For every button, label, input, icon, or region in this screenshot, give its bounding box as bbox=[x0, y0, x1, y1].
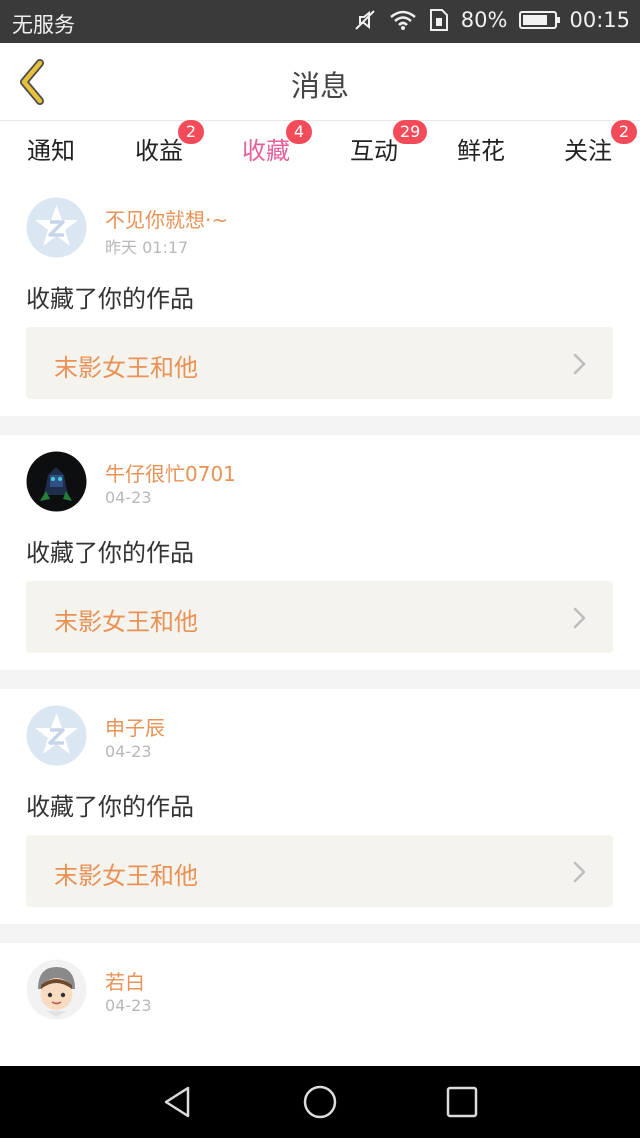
chevron-right-icon bbox=[573, 861, 586, 883]
home-circle-icon[interactable] bbox=[302, 1084, 338, 1120]
tab-label: 收益 bbox=[135, 137, 183, 165]
tab-label: 收藏 bbox=[242, 137, 290, 165]
tab-label: 互动 bbox=[350, 137, 398, 165]
tab-bar: 通知 收益 2 收藏 4 互动 29 鲜花 关注 2 bbox=[0, 120, 640, 184]
avatar[interactable] bbox=[26, 451, 87, 512]
work-title: 末影女王和他 bbox=[54, 862, 198, 890]
work-link[interactable]: 末影女王和他 bbox=[26, 327, 613, 399]
wifi-icon bbox=[389, 10, 416, 30]
message-card[interactable]: 不见你就想·~ 昨天 01:17 收藏了你的作品 末影女王和他 bbox=[0, 181, 640, 416]
tab-notice[interactable]: 通知 bbox=[1, 131, 101, 166]
chevron-right-icon bbox=[573, 607, 586, 629]
recents-square-icon[interactable] bbox=[444, 1084, 480, 1120]
status-bar: 无服务 80% 00:15 bbox=[0, 0, 640, 43]
message-list: 不见你就想·~ 昨天 01:17 收藏了你的作品 末影女王和他 牛仔很忙0701… bbox=[0, 181, 640, 1138]
tab-flowers[interactable]: 鲜花 bbox=[431, 131, 531, 166]
work-title: 末影女王和他 bbox=[54, 354, 198, 382]
username[interactable]: 申子辰 bbox=[105, 712, 165, 741]
page-title: 消息 bbox=[290, 69, 349, 103]
unread-badge: 2 bbox=[611, 120, 637, 144]
work-title: 末影女王和他 bbox=[54, 608, 198, 636]
unread-badge: 4 bbox=[286, 120, 312, 144]
action-text: 收藏了你的作品 bbox=[26, 793, 194, 821]
mute-icon bbox=[355, 10, 375, 30]
timestamp: 04-23 bbox=[105, 996, 152, 1015]
tab-interaction[interactable]: 互动 29 bbox=[324, 120, 428, 166]
timestamp: 04-23 bbox=[105, 742, 152, 761]
card-divider bbox=[0, 416, 640, 435]
avatar[interactable] bbox=[26, 197, 87, 258]
tab-earnings[interactable]: 收益 2 bbox=[109, 120, 209, 166]
action-text: 收藏了你的作品 bbox=[26, 539, 194, 567]
unread-badge: 29 bbox=[393, 120, 428, 144]
back-triangle-icon[interactable] bbox=[160, 1084, 196, 1120]
tab-label: 通知 bbox=[27, 137, 75, 165]
work-link[interactable]: 末影女王和他 bbox=[26, 581, 613, 653]
timestamp: 昨天 01:17 bbox=[105, 238, 189, 257]
clock: 00:15 bbox=[569, 8, 630, 32]
username[interactable]: 若白 bbox=[105, 966, 145, 995]
tab-follow[interactable]: 关注 2 bbox=[538, 120, 638, 166]
timestamp: 04-23 bbox=[105, 488, 152, 507]
message-card[interactable]: 牛仔很忙0701 04-23 收藏了你的作品 末影女王和他 bbox=[0, 435, 640, 670]
default-avatar-icon bbox=[26, 197, 87, 258]
header: 消息 bbox=[0, 43, 640, 120]
card-divider bbox=[0, 670, 640, 689]
carrier-label: 无服务 bbox=[12, 13, 75, 37]
work-link[interactable]: 末影女王和他 bbox=[26, 835, 613, 907]
system-nav-bar bbox=[0, 1066, 640, 1138]
username[interactable]: 不见你就想·~ bbox=[105, 204, 228, 233]
tab-favorites[interactable]: 收藏 4 bbox=[216, 120, 316, 184]
battery-icon bbox=[519, 11, 561, 29]
battery-percent: 80% bbox=[460, 8, 508, 32]
photo-avatar-icon bbox=[26, 451, 87, 512]
action-text: 收藏了你的作品 bbox=[26, 285, 194, 313]
cartoon-avatar-icon bbox=[26, 959, 87, 1020]
default-avatar-icon bbox=[26, 705, 87, 766]
unread-badge: 2 bbox=[178, 120, 204, 144]
chevron-right-icon bbox=[573, 353, 586, 375]
sim-icon bbox=[429, 9, 448, 31]
card-divider bbox=[0, 924, 640, 943]
tab-label: 鲜花 bbox=[457, 137, 505, 165]
message-card[interactable]: 申子辰 04-23 收藏了你的作品 末影女王和他 bbox=[0, 689, 640, 924]
avatar[interactable] bbox=[26, 705, 87, 766]
tab-label: 关注 bbox=[564, 137, 612, 165]
username[interactable]: 牛仔很忙0701 bbox=[105, 458, 236, 487]
avatar[interactable] bbox=[26, 959, 87, 1020]
